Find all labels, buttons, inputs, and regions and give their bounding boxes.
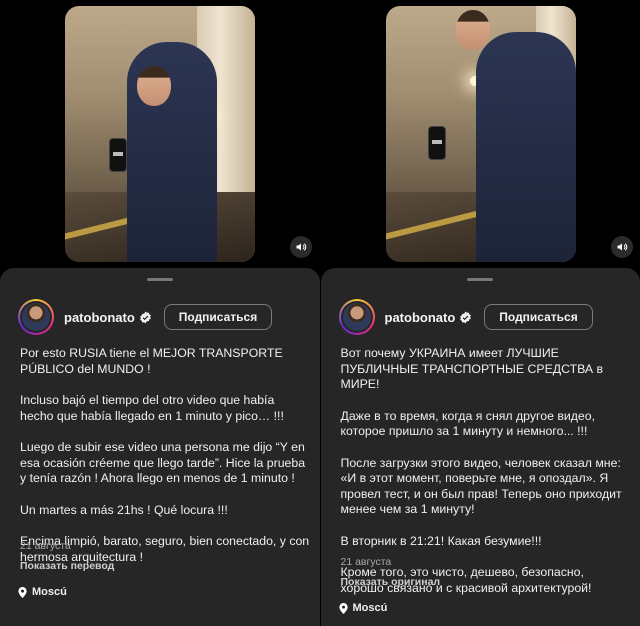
video-person-head — [455, 10, 490, 50]
speaker-icon — [296, 243, 307, 251]
sheet-grabber[interactable] — [146, 278, 173, 281]
post-sheet: patobonato Подписаться Вот почему УКРАИН… — [320, 268, 640, 626]
location-tag[interactable]: Moscú — [18, 586, 67, 598]
caption-paragraph: Incluso bajó el tiempo del otro video qu… — [20, 393, 284, 423]
caption-paragraph: В вторник в 21:21! Какая безумие!!! — [340, 533, 542, 548]
video-player[interactable] — [65, 6, 255, 262]
mute-button[interactable] — [290, 236, 312, 258]
show-translation-link[interactable]: Показать перевод — [20, 560, 114, 572]
username[interactable]: patobonato — [385, 310, 456, 325]
video-person — [475, 32, 576, 262]
caption-paragraph: После загрузки этого видео, человек сказ… — [340, 455, 622, 517]
follow-button[interactable]: Подписаться — [484, 304, 593, 330]
video-area — [320, 0, 640, 272]
video-phone — [427, 126, 446, 160]
verified-badge-icon — [139, 311, 151, 323]
username[interactable]: patobonato — [64, 310, 135, 325]
location-pin-icon — [18, 586, 27, 598]
video-player[interactable] — [385, 6, 576, 262]
post-panel-right: patobonato Подписаться Вот почему УКРАИН… — [320, 0, 640, 626]
location-label: Moscú — [32, 586, 67, 598]
post-date: 21 августа — [20, 540, 71, 552]
post-date: 21 августа — [340, 556, 392, 568]
sheet-grabber[interactable] — [467, 278, 494, 281]
video-area — [0, 0, 320, 272]
post-sheet: patobonato Подписаться Por esto RUSIA ti… — [0, 268, 320, 626]
speaker-icon — [617, 243, 627, 251]
verified-badge-icon — [460, 311, 472, 323]
video-person-head — [137, 66, 171, 106]
location-label: Moscú — [352, 602, 388, 614]
follow-button[interactable]: Подписаться — [163, 304, 273, 330]
location-pin-icon — [338, 602, 348, 614]
avatar[interactable] — [18, 299, 54, 335]
post-panel-left: patobonato Подписаться Por esto RUSIA ti… — [0, 0, 320, 626]
post-author-row: patobonato Подписаться — [18, 298, 310, 336]
location-tag[interactable]: Moscú — [338, 602, 388, 614]
post-author-row: patobonato Подписаться — [338, 298, 631, 336]
caption-paragraph: Un martes a más 21hs ! Qué locura !!! — [20, 502, 228, 517]
comparison-screenshot: patobonato Подписаться Por esto RUSIA ti… — [0, 0, 640, 626]
mute-button[interactable] — [610, 236, 633, 258]
caption-paragraph: Por esto RUSIA tiene el MEJOR TRANSPORTE… — [20, 346, 283, 376]
show-original-link[interactable]: Показать оригинал — [341, 576, 441, 588]
avatar[interactable] — [338, 299, 375, 335]
caption-paragraph: Вот почему УКРАИНА имеет ЛУЧШИЕ ПУБЛИЧНЫ… — [340, 346, 604, 391]
caption-paragraph: Luego de subir ese video una persona me … — [20, 440, 306, 485]
caption-paragraph: Даже в то время, когда я снял другое вид… — [340, 408, 596, 439]
post-caption: Por esto RUSIA tiene el MEJOR TRANSPORTE… — [20, 346, 310, 565]
video-phone — [109, 138, 127, 172]
